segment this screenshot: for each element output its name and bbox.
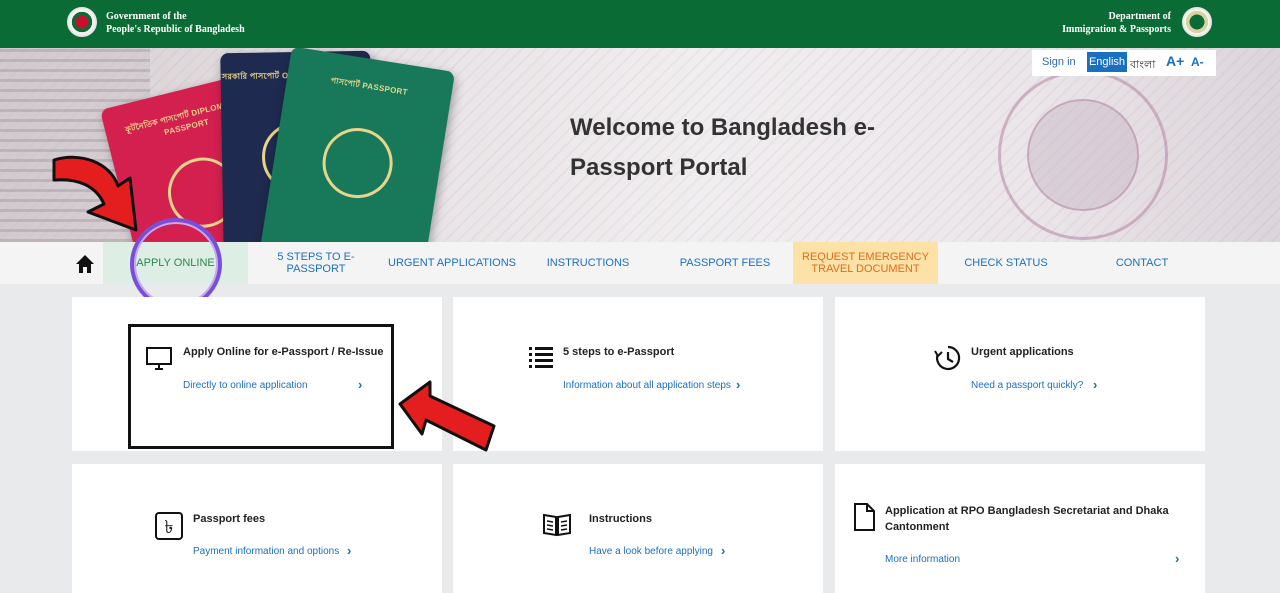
card-rpo-title: Application at RPO Bangladesh Secretaria…	[885, 505, 1169, 533]
taka-glyph: ৳	[165, 517, 174, 538]
nav-check-status[interactable]: CHECK STATUS	[938, 242, 1074, 284]
document-icon	[854, 503, 875, 531]
chevron-right-icon[interactable]: ›	[721, 543, 725, 558]
monitor-icon	[146, 347, 172, 370]
nav-instructions[interactable]: INSTRUCTIONS	[520, 242, 656, 284]
nav-5-steps[interactable]: 5 STEPS TO e-PASSPORT	[248, 242, 384, 284]
card-apply-link[interactable]: Directly to online application	[183, 380, 308, 391]
card-instructions-link[interactable]: Have a look before applying	[589, 546, 713, 557]
welcome-heading: Welcome to Bangladesh e- Passport Portal	[570, 108, 890, 188]
card-apply-title: Apply Online for e-Passport / Re-Issue	[183, 346, 384, 358]
card-steps-title: 5 steps to e-Passport	[563, 346, 675, 358]
hero-banner: কূটনৈতিক পাসপোর্ট DIPLOMATIC PASSPORT সর…	[0, 48, 1280, 242]
language-bar: Sign in English বাংলা A+ A-	[1032, 50, 1216, 76]
chevron-right-icon[interactable]: ›	[736, 377, 740, 392]
list-icon	[529, 347, 553, 368]
card-passport-fees[interactable]: ৳ Passport fees Payment information and …	[72, 464, 442, 593]
nav-passport-fees[interactable]: PASSPORT FEES	[656, 242, 794, 284]
top-header: Government of the People's Republic of B…	[0, 0, 1280, 48]
chevron-right-icon[interactable]: ›	[358, 377, 362, 392]
chevron-right-icon[interactable]: ›	[347, 543, 351, 558]
card-urgent-link[interactable]: Need a passport quickly?	[971, 380, 1083, 391]
nav-emergency-travel-document[interactable]: REQUEST EMERGENCY TRAVEL DOCUMENT	[793, 242, 938, 284]
nav-contact[interactable]: CONTACT	[1074, 242, 1210, 284]
chevron-right-icon[interactable]: ›	[1093, 377, 1097, 392]
pp-green-label: পাসপোর্ট PASSPORT	[330, 75, 409, 97]
bangla-language-button[interactable]: বাংলা	[1130, 56, 1155, 75]
red-arrow-annotation-icon	[52, 155, 138, 232]
card-instructions-title: Instructions	[589, 513, 652, 525]
main-navigation: APPLY ONLINE 5 STEPS TO e-PASSPORT URGEN…	[0, 242, 1280, 284]
font-increase-button[interactable]: A+	[1166, 53, 1184, 69]
gov-line-1: Government of the	[106, 11, 187, 22]
card-instructions[interactable]: Instructions Have a look before applying…	[453, 464, 823, 593]
red-arrow-annotation-icon	[398, 380, 496, 452]
government-stamp-watermark	[998, 70, 1168, 240]
sign-in-link[interactable]: Sign in	[1042, 56, 1076, 68]
nav-apply-online[interactable]: APPLY ONLINE	[103, 242, 248, 284]
pp-green-seal	[317, 122, 398, 204]
english-language-button[interactable]: English	[1087, 52, 1127, 72]
nav-urgent-applications[interactable]: URGENT APPLICATIONS	[384, 242, 520, 284]
stamp-inner-circle	[1027, 99, 1139, 211]
card-rpo-link[interactable]: More information	[885, 554, 960, 565]
clock-icon	[934, 345, 961, 371]
font-decrease-button[interactable]: A-	[1191, 55, 1204, 69]
taka-icon: ৳	[155, 512, 183, 540]
home-icon[interactable]	[70, 252, 100, 276]
card-apply-online[interactable]: Apply Online for e-Passport / Re-Issue D…	[72, 297, 442, 451]
dept-line-1: Department of	[1108, 11, 1171, 22]
department-emblem-logo	[1182, 7, 1212, 37]
welcome-line-1: Welcome to Bangladesh e-	[570, 114, 875, 141]
card-steps-link[interactable]: Information about all application steps	[563, 380, 731, 391]
card-urgent-applications[interactable]: Urgent applications Need a passport quic…	[835, 297, 1205, 451]
card-urgent-title: Urgent applications	[971, 346, 1074, 358]
book-icon	[543, 513, 571, 537]
gov-line-2: People's Republic of Bangladesh	[106, 24, 245, 35]
chevron-right-icon[interactable]: ›	[1175, 551, 1179, 566]
card-fees-title: Passport fees	[193, 513, 266, 525]
ordinary-passport-image: পাসপোর্ট PASSPORT	[259, 48, 456, 242]
department-title: Department of Immigration & Passports	[1062, 10, 1171, 36]
government-title: Government of the People's Republic of B…	[106, 10, 245, 36]
dept-line-2: Immigration & Passports	[1062, 24, 1171, 35]
card-5-steps[interactable]: 5 steps to e-Passport Information about …	[453, 297, 823, 451]
welcome-line-2: Passport Portal	[570, 154, 748, 181]
card-fees-link[interactable]: Payment information and options	[193, 546, 339, 557]
card-rpo-application[interactable]: Application at RPO Bangladesh Secretaria…	[835, 464, 1205, 593]
government-emblem-logo	[67, 7, 97, 37]
